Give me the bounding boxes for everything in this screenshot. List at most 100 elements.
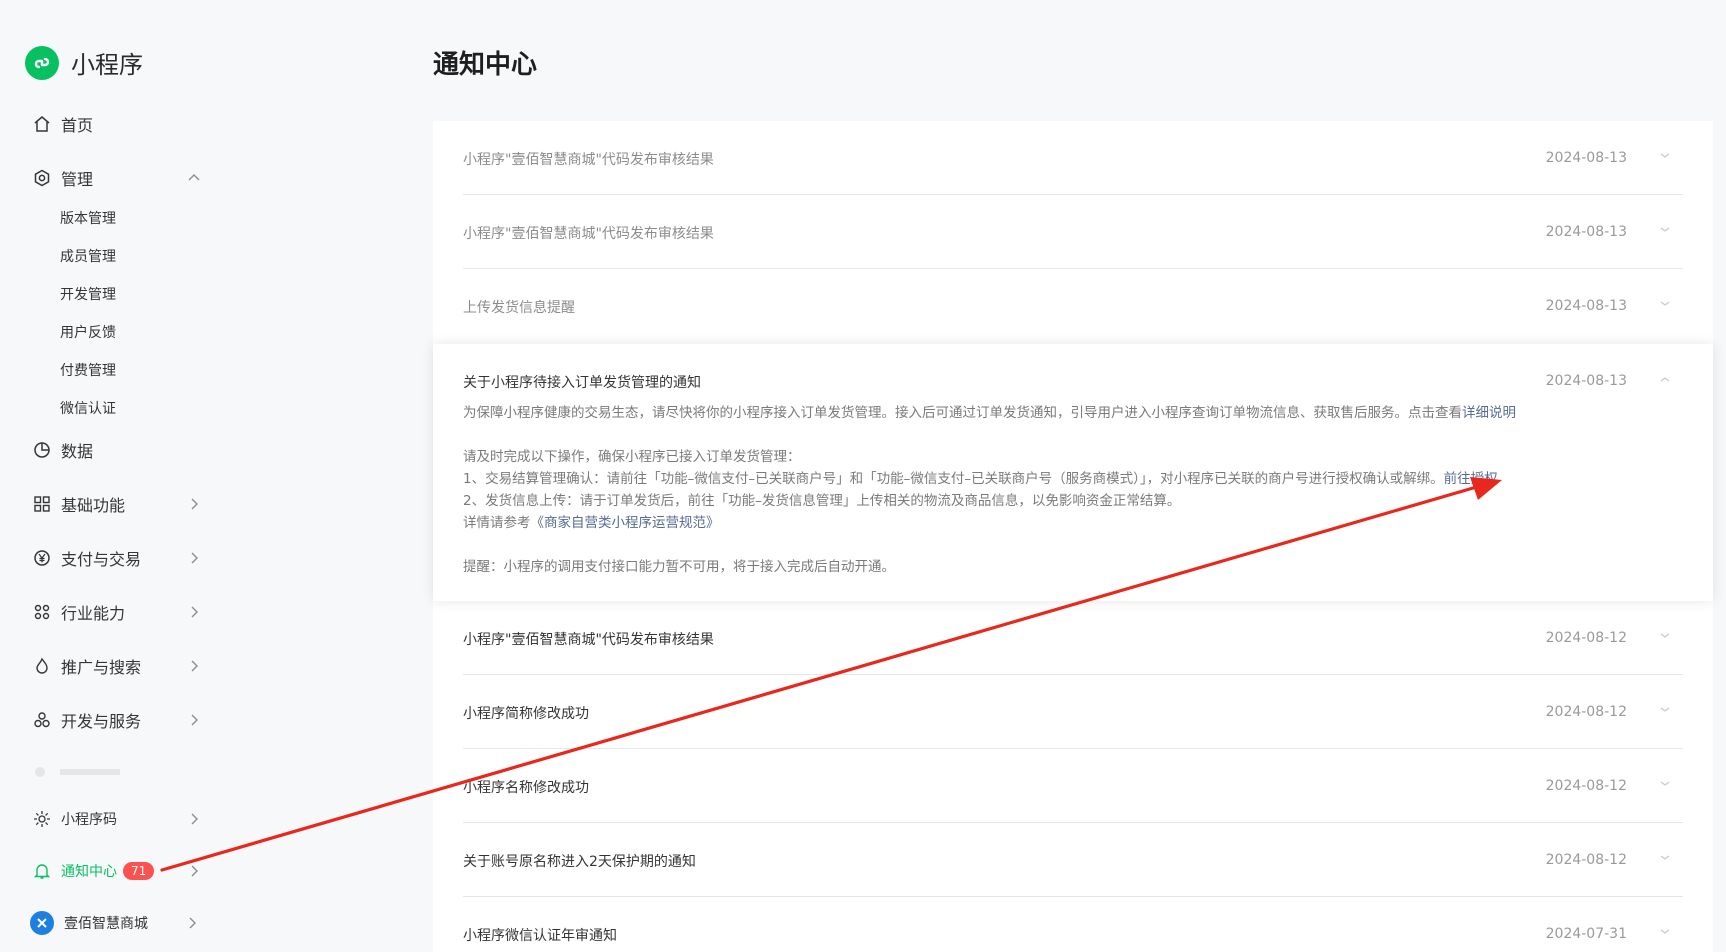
nav-notify[interactable]: 通知中心 71 (32, 858, 202, 884)
nav-industry-label: 行业能力 (61, 604, 126, 623)
steps-head: 请及时完成以下操作，确保小程序已接入订单发货管理： (463, 449, 801, 465)
nav-promote[interactable]: 推广与搜索 (32, 653, 202, 679)
chevron-right-icon[interactable] (186, 811, 202, 827)
notification-title: 小程序简称修改成功 (463, 706, 589, 722)
notification-date: 2024-08-12 (1545, 778, 1627, 794)
account-avatar-icon (30, 911, 54, 935)
expanded-body: 为保障小程序健康的交易生态，请尽快将你的小程序接入订单发货管理。接入后可通过订单… (463, 402, 1663, 578)
chevron-right-icon[interactable] (186, 712, 202, 728)
sub-item-dev-manage[interactable]: 开发管理 (60, 284, 116, 304)
chevron-down-icon[interactable] (1659, 225, 1671, 235)
nav-pay[interactable]: 支付与交易 (32, 545, 202, 571)
flame-icon (32, 657, 51, 676)
grid-icon (32, 495, 51, 514)
notification-title: 小程序名称修改成功 (463, 780, 589, 796)
notify-count-badge: 71 (123, 862, 155, 880)
yuan-icon (32, 549, 51, 568)
chevron-down-icon[interactable] (1659, 631, 1671, 641)
notification-title: 关于账号原名称进入2天保护期的通知 (463, 854, 696, 870)
page: 小程序 首页 管理 版本管理 成员管理 开发管理 用户反馈 付费管理 微信认证 (0, 0, 1726, 952)
miniprogram-logo-icon (25, 45, 59, 80)
chevron-down-icon[interactable] (1659, 779, 1671, 789)
nav-data[interactable]: 数据 (32, 437, 202, 463)
nav-account[interactable]: 壹佰智慧商城 (30, 910, 200, 936)
nav-notify-label: 通知中心 (61, 864, 117, 880)
brand-name: 小程序 (71, 51, 143, 79)
expanded-notification[interactable]: 关于小程序待接入订单发货管理的通知 2024-08-13 为保障小程序健康的交易… (433, 344, 1713, 601)
notification-date: 2024-07-31 (1545, 926, 1627, 942)
chevron-down-icon[interactable] (1659, 705, 1671, 715)
sun-code-icon (32, 810, 51, 829)
notification-row[interactable]: 关于账号原名称进入2天保护期的通知 2024-08-12 (463, 823, 1683, 897)
reference-line: 详情请参考《商家自营类小程序运营规范》 (463, 512, 1663, 534)
sub-item-billing[interactable]: 付费管理 (60, 360, 116, 380)
step-1: 1、交易结算管理确认：请前往「功能–微信支付–已关联商户号」和「功能–微信支付–… (463, 468, 1663, 490)
chevron-right-icon[interactable] (184, 915, 200, 931)
chevron-down-icon[interactable] (1659, 927, 1671, 937)
nav-industry[interactable]: 行业能力 (32, 599, 202, 625)
notification-row[interactable]: 上传发货信息提醒 2024-08-13 (463, 269, 1683, 343)
notification-date: 2024-08-12 (1545, 704, 1627, 720)
step-1-text: 1、交易结算管理确认：请前往「功能–微信支付–已关联商户号」和「功能–微信支付–… (463, 471, 1444, 487)
sidebar: 小程序 首页 管理 版本管理 成员管理 开发管理 用户反馈 付费管理 微信认证 (0, 0, 430, 952)
nav-qrcode[interactable]: 小程序码 (32, 806, 202, 832)
brand[interactable]: 小程序 (25, 45, 143, 80)
notification-row[interactable]: 小程序"壹佰智慧商城"代码发布审核结果 2024-08-12 (463, 601, 1683, 675)
notification-date: 2024-08-13 (1545, 298, 1627, 314)
chevron-right-icon[interactable] (186, 863, 202, 879)
nav-data-label: 数据 (61, 442, 94, 461)
notification-title: 小程序"壹佰智慧商城"代码发布审核结果 (463, 152, 714, 168)
spec-link[interactable]: 《商家自营类小程序运营规范》 (531, 515, 720, 531)
chevron-up-icon[interactable] (1659, 374, 1671, 384)
nav-home[interactable]: 首页 (32, 111, 202, 137)
sub-item-members[interactable]: 成员管理 (60, 246, 116, 266)
nav-dev-label: 开发与服务 (61, 712, 142, 731)
network-icon (32, 603, 51, 622)
nav-dev[interactable]: 开发与服务 (32, 707, 202, 733)
pie-chart-icon (32, 441, 51, 460)
bell-icon (32, 862, 51, 881)
nav-qrcode-label: 小程序码 (61, 812, 117, 828)
nav-basic[interactable]: 基础功能 (32, 491, 202, 517)
sub-item-feedback[interactable]: 用户反馈 (60, 322, 116, 342)
sub-item-version[interactable]: 版本管理 (60, 208, 116, 228)
step-2: 2、发货信息上传：请于订单发货后，前往「功能–发货信息管理」上传相关的物流及商品… (463, 493, 1181, 509)
nav-account-label: 壹佰智慧商城 (64, 916, 148, 932)
chevron-down-icon[interactable] (1659, 853, 1671, 863)
intro-text: 为保障小程序健康的交易生态，请尽快将你的小程序接入订单发货管理。接入后可通过订单… (463, 405, 1462, 421)
notification-date: 2024-08-13 (1545, 224, 1627, 240)
detail-link[interactable]: 详细说明 (1462, 405, 1516, 421)
nav-manage-label: 管理 (61, 170, 94, 189)
cluster-icon (32, 711, 51, 730)
nav-manage[interactable]: 管理 (32, 165, 202, 191)
chevron-down-icon[interactable] (1659, 299, 1671, 309)
chevron-down-icon[interactable] (1659, 151, 1671, 161)
notification-row[interactable]: 小程序微信认证年审通知 2024-07-31 (463, 897, 1683, 952)
authorize-link[interactable]: 前往授权 (1444, 471, 1498, 487)
notification-title: 上传发货信息提醒 (463, 300, 575, 316)
notification-row[interactable]: 小程序"壹佰智慧商城"代码发布审核结果 2024-08-13 (463, 195, 1683, 269)
reference-text: 详情请参考 (463, 515, 531, 531)
notification-row[interactable]: 小程序"壹佰智慧商城"代码发布审核结果 2024-08-13 (463, 121, 1683, 195)
notification-title: 小程序"壹佰智慧商城"代码发布审核结果 (463, 226, 714, 242)
nav-home-label: 首页 (61, 116, 94, 135)
intro-line: 为保障小程序健康的交易生态，请尽快将你的小程序接入订单发货管理。接入后可通过订单… (463, 402, 1663, 424)
notification-row[interactable]: 小程序简称修改成功 2024-08-12 (463, 675, 1683, 749)
notification-title: 小程序微信认证年审通知 (463, 928, 617, 944)
chevron-right-icon[interactable] (186, 550, 202, 566)
chevron-up-icon[interactable] (186, 170, 202, 186)
nav-promote-label: 推广与搜索 (61, 658, 142, 677)
home-icon (32, 115, 51, 134)
chevron-right-icon[interactable] (186, 604, 202, 620)
chevron-right-icon[interactable] (186, 496, 202, 512)
chevron-right-icon[interactable] (186, 658, 202, 674)
expanded-title: 关于小程序待接入订单发货管理的通知 (463, 375, 701, 391)
notification-date: 2024-08-12 (1545, 630, 1627, 646)
nav-basic-label: 基础功能 (61, 496, 126, 515)
tip-line: 提醒：小程序的调用支付接口能力暂不可用，将于接入完成后自动开通。 (463, 559, 895, 575)
scroll-fade (32, 763, 202, 777)
notification-row[interactable]: 小程序名称修改成功 2024-08-12 (463, 749, 1683, 823)
sub-item-verify[interactable]: 微信认证 (60, 398, 116, 418)
